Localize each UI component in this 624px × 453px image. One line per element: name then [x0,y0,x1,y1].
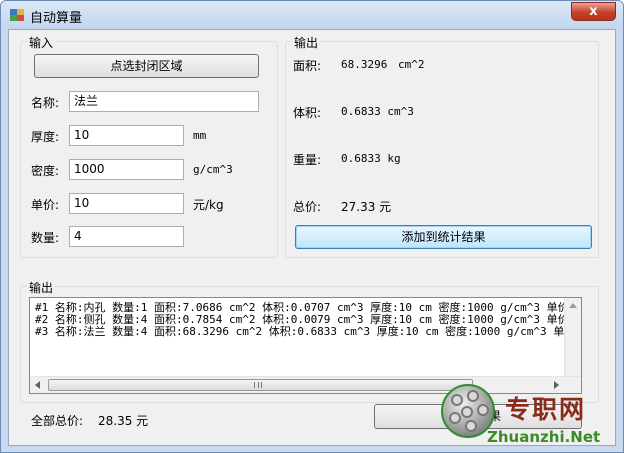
app-icon [10,9,24,21]
watermark: 专职网 Zhuanzhi.Net [441,384,623,452]
scroll-up-arrow-icon[interactable] [569,303,577,308]
add-to-results-button[interactable]: 添加到统计结果 [295,225,592,249]
result-line: #3 名称:法兰 数量:4 面积:68.3296 cm^2 体积:0.6833 … [35,325,582,338]
grand-total-label: 全部总价: [31,414,84,428]
watermark-url-text: Zhuanzhi.Net [487,428,601,446]
name-input[interactable]: 法兰 [69,91,259,112]
close-button[interactable]: x [571,2,616,21]
scroll-left-arrow-icon[interactable] [35,381,40,389]
output-groupbox: 输出 面积: 68.3296 cm^2 体积: 0.6833 cm^3 重量: … [285,34,599,258]
app-window: 自动算量 x 输入 点选封闭区域 名称: 法兰 厚度: 10 mm 密度: 10… [0,0,624,453]
density-label: 密度: [31,164,60,178]
results-textarea[interactable]: #1 名称:内孔 数量:1 面积:7.0686 cm^2 体积:0.0707 c… [29,297,582,394]
area-value: 68.3296 [341,58,388,71]
quantity-label: 数量: [31,231,60,245]
scroll-grip-icon [254,382,262,388]
grand-total-value: 28.35 元 [98,414,149,428]
area-label: 面积: [293,59,322,73]
unit-price-input[interactable]: 10 [69,193,184,214]
density-input[interactable]: 1000 [69,159,184,180]
input-groupbox: 输入 点选封闭区域 名称: 法兰 厚度: 10 mm 密度: 1000 g/cm… [20,34,278,258]
thickness-unit: mm [193,129,207,142]
input-group-title: 输入 [27,34,56,51]
volume-value: 0.6833 cm^3 [341,105,414,118]
output-group-title: 输出 [292,34,321,51]
area-unit: cm^2 [398,58,425,71]
watermark-chinese-text: 专职网 [505,395,587,424]
density-unit: g/cm^3 [193,163,233,176]
weight-label: 重量: [293,153,322,167]
weight-value: 0.6833 kg [341,152,401,165]
volume-label: 体积: [293,106,322,120]
total-price-value: 27.33 元 [341,200,392,214]
name-label: 名称: [31,96,60,110]
quantity-input[interactable]: 4 [69,226,184,247]
unit-price-label: 单价: [31,198,60,212]
close-icon: x [589,4,598,19]
unit-price-unit: 元/kg [193,198,224,212]
select-region-button[interactable]: 点选封闭区域 [34,54,259,78]
results-group-title: 输出 [27,279,56,296]
vertical-scrollbar[interactable] [564,298,581,376]
total-price-label: 总价: [293,200,322,214]
horizontal-scroll-thumb[interactable] [48,379,473,391]
thickness-label: 厚度: [31,130,60,144]
window-title: 自动算量 [30,11,83,26]
title-bar: 自动算量 x [1,1,623,29]
thickness-input[interactable]: 10 [69,125,184,146]
